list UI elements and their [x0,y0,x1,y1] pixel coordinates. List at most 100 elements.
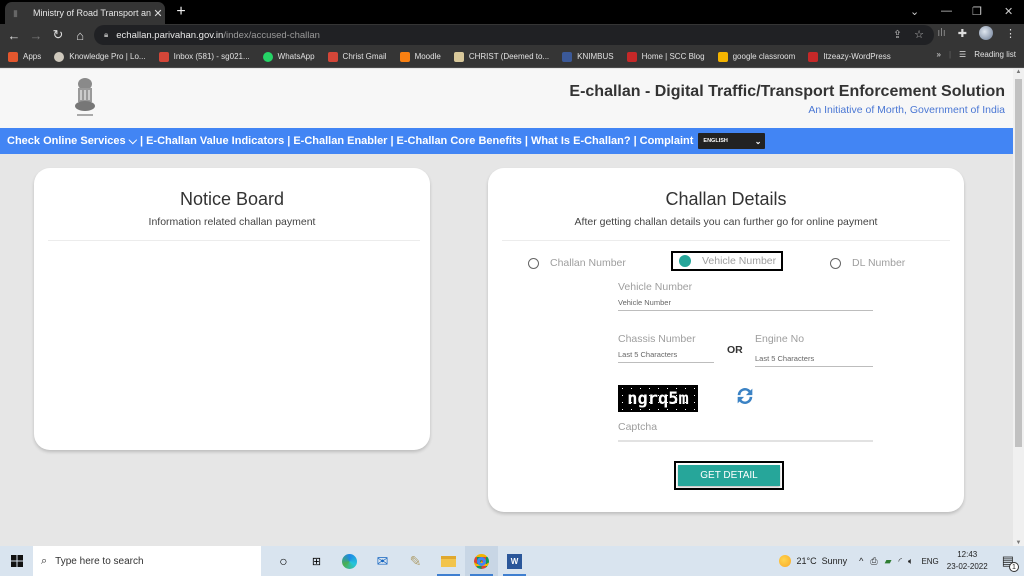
page-scrollbar[interactable]: ▲ ▼ [1013,69,1024,546]
chrome-icon[interactable] [465,546,498,576]
chassis-number-input[interactable]: Last 5 Characters [618,350,714,363]
windows-taskbar: ⌕ Type here to search ○ ⊞ ✉ ✎ W 21°C Sun… [0,546,1024,576]
forward-icon[interactable]: → [25,28,47,43]
site-header: E-challan - Digital Traffic/Transport En… [0,69,1013,128]
minimize-button[interactable]: — [941,0,952,22]
scrollbar-thumb[interactable] [1015,79,1022,447]
wordpress-icon [808,51,819,62]
file-explorer-icon[interactable] [432,546,465,576]
url-bar[interactable]: 🔒︎ echallan.parivahan.gov.in/index/accus… [94,25,934,45]
vehicle-number-label: Vehicle Number [618,281,693,293]
close-tab-icon[interactable]: ✕ [151,7,165,20]
reload-icon[interactable]: ↻ [47,27,69,43]
bookmark-label: Itzeazy-WordPress [823,52,891,61]
clock-time: 12:43 [957,550,978,559]
nav-core-benefits[interactable]: E-Challan Core Benefits [397,135,522,147]
gmail-icon [327,51,338,62]
radio-circle-icon [830,257,841,269]
address-bar-row: ← → ↻ ⌂ 🔒︎ echallan.parivahan.gov.in/ind… [0,24,1024,46]
bookmark-item[interactable]: Apps [8,51,41,62]
tab-title: Ministry of Road Transport and H [33,8,151,18]
captcha-input[interactable] [618,436,873,442]
notice-board-card: Notice Board Information related challan… [34,168,430,450]
engine-number-input[interactable]: Last 5 Characters [755,354,873,367]
radio-label: Challan Number [550,257,626,269]
meet-now-icon[interactable]: ⎙ [870,556,877,567]
share-icon[interactable]: ⇪ [893,28,902,41]
extension-metrics-icon[interactable]: ılı [937,27,946,39]
close-window-button[interactable]: ✕ [1004,0,1013,22]
home-icon[interactable]: ⌂ [69,28,91,43]
wifi-icon[interactable]: ◜ [899,556,903,567]
battery-icon[interactable]: ▰ [885,556,892,567]
taskbar-search-box[interactable]: ⌕ Type here to search [33,546,261,576]
vehicle-number-input[interactable]: Vehicle Number [618,298,873,311]
input-language[interactable]: ENG [921,557,938,566]
classroom-icon [717,51,728,62]
menu-kebab-icon[interactable]: ⋮ [1005,27,1016,40]
show-hidden-icons-chevron-icon[interactable]: ^ [859,556,863,566]
new-tab-button[interactable]: + [172,3,190,21]
bookmark-item[interactable]: Moodle [399,51,441,62]
maximize-button[interactable]: ❐ [972,0,982,22]
nav-what-is-echallan[interactable]: What Is E-Challan? [531,135,631,147]
radio-vehicle-number[interactable]: Vehicle Number [671,251,784,271]
clock[interactable]: 12:43 23-02-2022 [947,549,988,573]
nav-complaint[interactable]: Complaint [640,135,694,147]
bookmark-label: google classroom [732,52,796,61]
radio-selected-icon [679,255,691,267]
or-separator: OR [727,344,743,356]
bookmark-label: CHRIST (Deemed to... [468,52,550,61]
lock-icon: 🔒︎ [104,30,109,39]
reading-list-button[interactable]: Reading list [974,50,1016,59]
bookmark-item[interactable]: Itzeazy-WordPress [808,51,891,62]
start-button[interactable] [0,555,33,567]
search-placeholder: Type here to search [55,555,144,567]
get-detail-button[interactable]: GET DETAIL [678,465,780,486]
back-icon[interactable]: ← [3,28,25,43]
knimbus-icon [562,51,573,62]
extensions-puzzle-icon[interactable]: ✚ [958,27,967,40]
notifications-button[interactable]: ▤ 1 [1002,553,1019,572]
gmail-icon [158,51,169,62]
captcha-label: Captcha [618,421,658,433]
word-icon[interactable]: W [498,546,531,576]
main-nav: Check Online Services ⌵ | E-Challan Value… [0,128,1013,154]
web-page: E-challan - Digital Traffic/Transport En… [0,69,1013,546]
bookmark-item[interactable]: WhatsApp [262,51,315,62]
bookmark-label: WhatsApp [277,52,315,61]
site-favicon-icon: ▮ [13,8,18,18]
bookmark-item[interactable]: KNIMBUS [562,51,614,62]
bookmark-item[interactable]: Inbox (581) - sg021... [158,51,250,62]
nav-enabler[interactable]: E-Challan Enabler [293,135,387,147]
radio-challan-number[interactable]: Challan Number [528,257,626,269]
bookmark-star-icon[interactable]: ☆ [914,28,924,41]
nav-value-indicators[interactable]: E-Challan Value Indicators [146,135,284,147]
bookmark-item[interactable]: Christ Gmail [327,51,387,62]
paint-icon[interactable]: ✎ [399,546,432,576]
get-detail-button-focus-ring: GET DETAIL [674,461,784,490]
cortana-icon[interactable]: ○ [267,546,300,576]
edge-browser-icon[interactable] [333,546,366,576]
bookmark-label: KNIMBUS [577,52,614,61]
more-bookmarks-icon[interactable]: » [936,50,940,59]
volume-icon[interactable]: 🔈︎ [908,556,913,567]
profile-avatar[interactable] [979,26,993,40]
tab-search-icon[interactable]: ⌄ [910,0,919,22]
scroll-up-icon[interactable]: ▲ [1013,69,1024,75]
refresh-captcha-icon[interactable] [734,385,756,407]
divider: | [948,50,952,59]
bookmarks-bar-right: » | ☰ Reading list [936,50,1016,59]
radio-dl-number[interactable]: DL Number [830,257,905,269]
engine-number-label: Engine No [755,333,805,345]
task-view-icon[interactable]: ⊞ [300,546,333,576]
bookmark-item[interactable]: Knowledge Pro | Lo... [54,51,146,62]
language-select[interactable]: ENGLISH ⌄ [698,133,766,149]
bookmark-item[interactable]: Home | SCC Blog [626,51,705,62]
mail-icon[interactable]: ✉ [366,546,399,576]
weather-text[interactable]: 21°C Sunny [797,556,848,566]
bookmark-item[interactable]: google classroom [717,51,796,62]
nav-check-online-services[interactable]: Check Online Services ⌵ [7,135,137,148]
bookmark-item[interactable]: CHRIST (Deemed to... [453,51,550,62]
browser-tab[interactable]: ▮ Ministry of Road Transport and H ✕ [5,2,165,24]
